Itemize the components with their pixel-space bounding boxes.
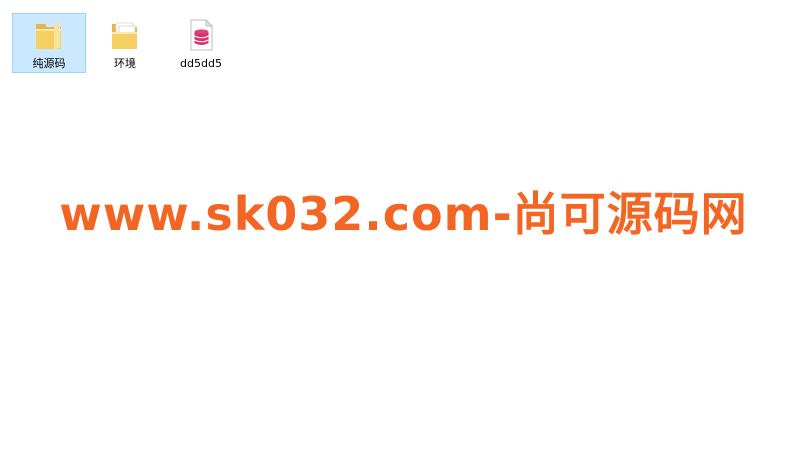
desktop-item-label: 环境 [114, 57, 136, 70]
folder-icon [32, 17, 66, 53]
desktop-item-huanjing[interactable]: 环境 [88, 13, 162, 73]
desktop-item-chunyuanma[interactable]: 纯源码 [12, 13, 86, 73]
desktop-item-label: dd5dd5 [180, 57, 222, 70]
watermark-text: www.sk032.com-尚可源码网 [59, 187, 748, 241]
folder-with-papers-icon [108, 17, 142, 53]
desktop-item-label: 纯源码 [32, 57, 66, 70]
desktop-item-dd5dd5[interactable]: dd5dd5 [164, 13, 238, 73]
database-file-icon [184, 17, 218, 53]
desktop: 纯源码 环境 dd5dd5 www.sk032.com-尚可源码网 [0, 0, 807, 463]
desktop-icon-grid: 纯源码 环境 dd5dd5 [12, 13, 240, 73]
